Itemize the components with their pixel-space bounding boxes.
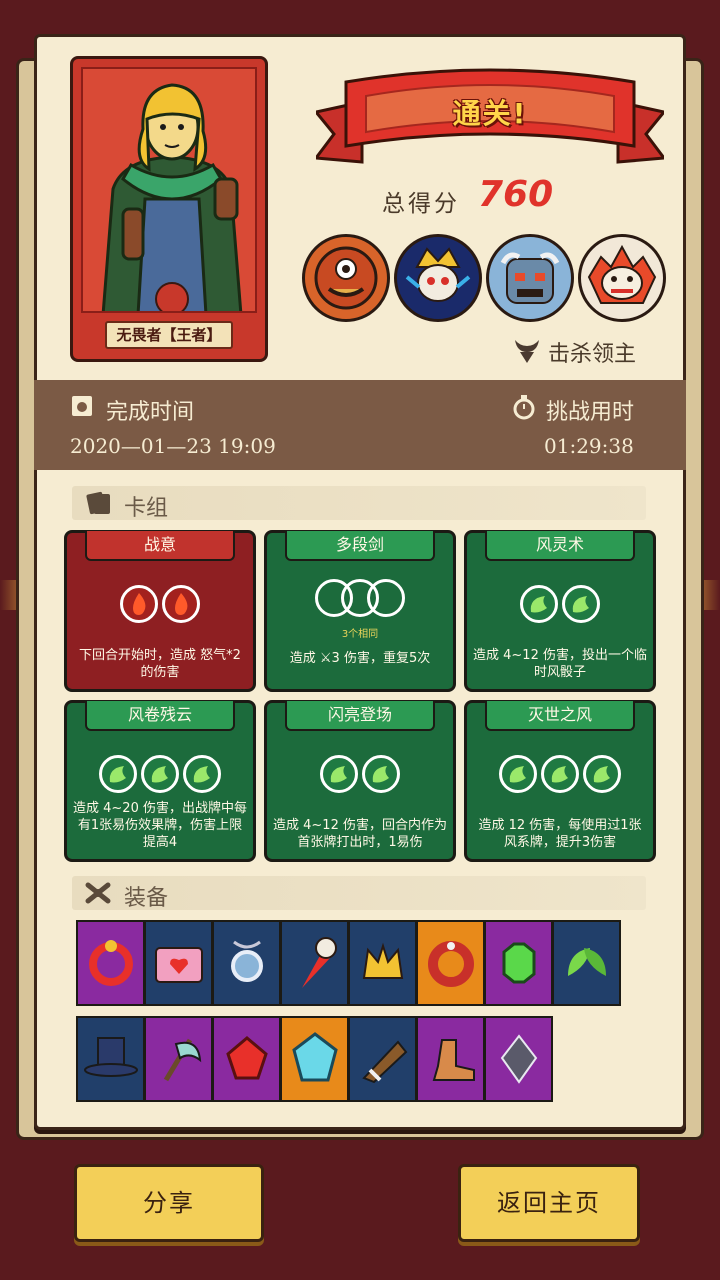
card-title: 战意 [85,531,235,561]
skull-dagger-icon[interactable] [280,920,349,1006]
card-duoduanjian[interactable]: 多段剑 3个相同 造成 ⚔3 伤害，重复5次 [264,530,456,692]
finish-time-value: 2020—01—23 19:09 [70,434,276,458]
card-description: 造成 4~12 伤害，投出一个临时风骰子 [473,648,647,680]
red-bracelet-icon[interactable] [416,920,485,1006]
boss-horns-icon [515,340,539,363]
green-gem-icon[interactable] [484,920,553,1006]
duration-label: 挑战用时 [546,400,635,425]
green-leaf-icon[interactable] [552,920,621,1006]
card-title: 闪亮登场 [285,701,435,731]
red-ring-icon[interactable] [76,920,145,1006]
kill-boss-label: 击杀领主 [548,342,637,367]
gold-crown-icon[interactable] [348,920,417,1006]
horn-icon[interactable] [348,1016,417,1102]
card-description: 造成 4~12 伤害，回合内作为首张牌打出时，1易伤 [273,818,447,850]
wind-icon [520,585,558,623]
wind-icon [583,755,621,793]
stopwatch-icon [513,395,535,420]
deck-header: 卡组 [72,486,646,521]
card-fengjuancanyun[interactable]: 风卷残云 造成 4~20 伤害，出战牌中每有1张易伤效果牌，伤害上限提高4 [64,700,256,862]
boss-mask-icon[interactable] [578,234,666,322]
hero-name: 无畏者【王者】 [105,321,233,349]
empty-slot-icon [367,579,405,617]
wind-icon [499,755,537,793]
top-hat-icon[interactable] [76,1016,145,1102]
wind-icon [362,755,400,793]
score-value: 760 [478,174,554,215]
wind-icon [541,755,579,793]
red-gem-icon[interactable] [212,1016,281,1102]
return-home-button[interactable]: 返回主页 [458,1164,640,1242]
card-title: 多段剑 [285,531,435,561]
deck-title: 卡组 [124,496,169,521]
hero-image [101,83,243,311]
clear-title: 通关! [452,97,528,130]
boss-cyclops-icon[interactable] [302,234,390,322]
card-fenglingshu[interactable]: 风灵术 造成 4~12 伤害，投出一个临时风骰子 [464,530,656,692]
finish-time-label: 完成时间 [106,400,195,425]
boss-list [302,234,666,322]
boss-robot-icon[interactable] [486,234,574,322]
calendar-icon [72,396,92,416]
wind-icon [320,755,358,793]
time-strip: 完成时间 2020—01—23 19:09 挑战用时 01:29:38 [34,380,686,470]
card-title: 风灵术 [485,531,635,561]
equipment-icon [85,882,111,904]
equipment-row-1 [76,920,621,1006]
card-shanliangdengchang[interactable]: 闪亮登场 造成 4~12 伤害，回合内作为首张牌打出时，1易伤 [264,700,456,862]
wind-icon [562,585,600,623]
card-requirement: 3个相同 [341,629,379,640]
card-title: 风卷残云 [85,701,235,731]
clear-banner: 通关! [313,62,667,166]
duration-value: 01:29:38 [544,434,634,458]
share-button[interactable]: 分享 [74,1164,264,1242]
hero-portrait [81,67,257,313]
hero-card[interactable]: 无畏者【王者】 [70,56,268,362]
card-mieshizhifeng[interactable]: 灭世之风 造成 12 伤害，每使用过1张风系牌，提升3伤害 [464,700,656,862]
dark-crystal-icon[interactable] [484,1016,553,1102]
wind-icon [183,755,221,793]
card-description: 造成 4~20 伤害，出战牌中每有1张易伤效果牌，伤害上限提高4 [73,801,247,850]
boss-skull-king-icon[interactable] [394,234,482,322]
heart-box-icon[interactable] [144,920,213,1006]
card-description: 下回合开始时，造成 怒气*2 的伤害 [79,648,241,680]
fire-icon [120,585,158,623]
wind-icon [141,755,179,793]
card-description: 造成 12 伤害，每使用过1张风系牌，提升3伤害 [478,818,642,850]
score-label: 总得分 [382,191,460,217]
cards-icon [86,491,110,515]
wind-icon [99,755,137,793]
blue-crystal-icon[interactable] [280,1016,349,1102]
amulet-icon[interactable] [212,920,281,1006]
equipment-title: 装备 [124,886,169,911]
equipment-row-2 [76,1016,553,1102]
card-zhanyi[interactable]: 战意 下回合开始时，造成 怒气*2 的伤害 [64,530,256,692]
card-title: 灭世之风 [485,701,635,731]
boots-icon[interactable] [416,1016,485,1102]
fire-icon [162,585,200,623]
equipment-header: 装备 [72,876,646,911]
axe-icon[interactable] [144,1016,213,1102]
card-description: 造成 ⚔3 伤害，重复5次 [289,651,431,666]
